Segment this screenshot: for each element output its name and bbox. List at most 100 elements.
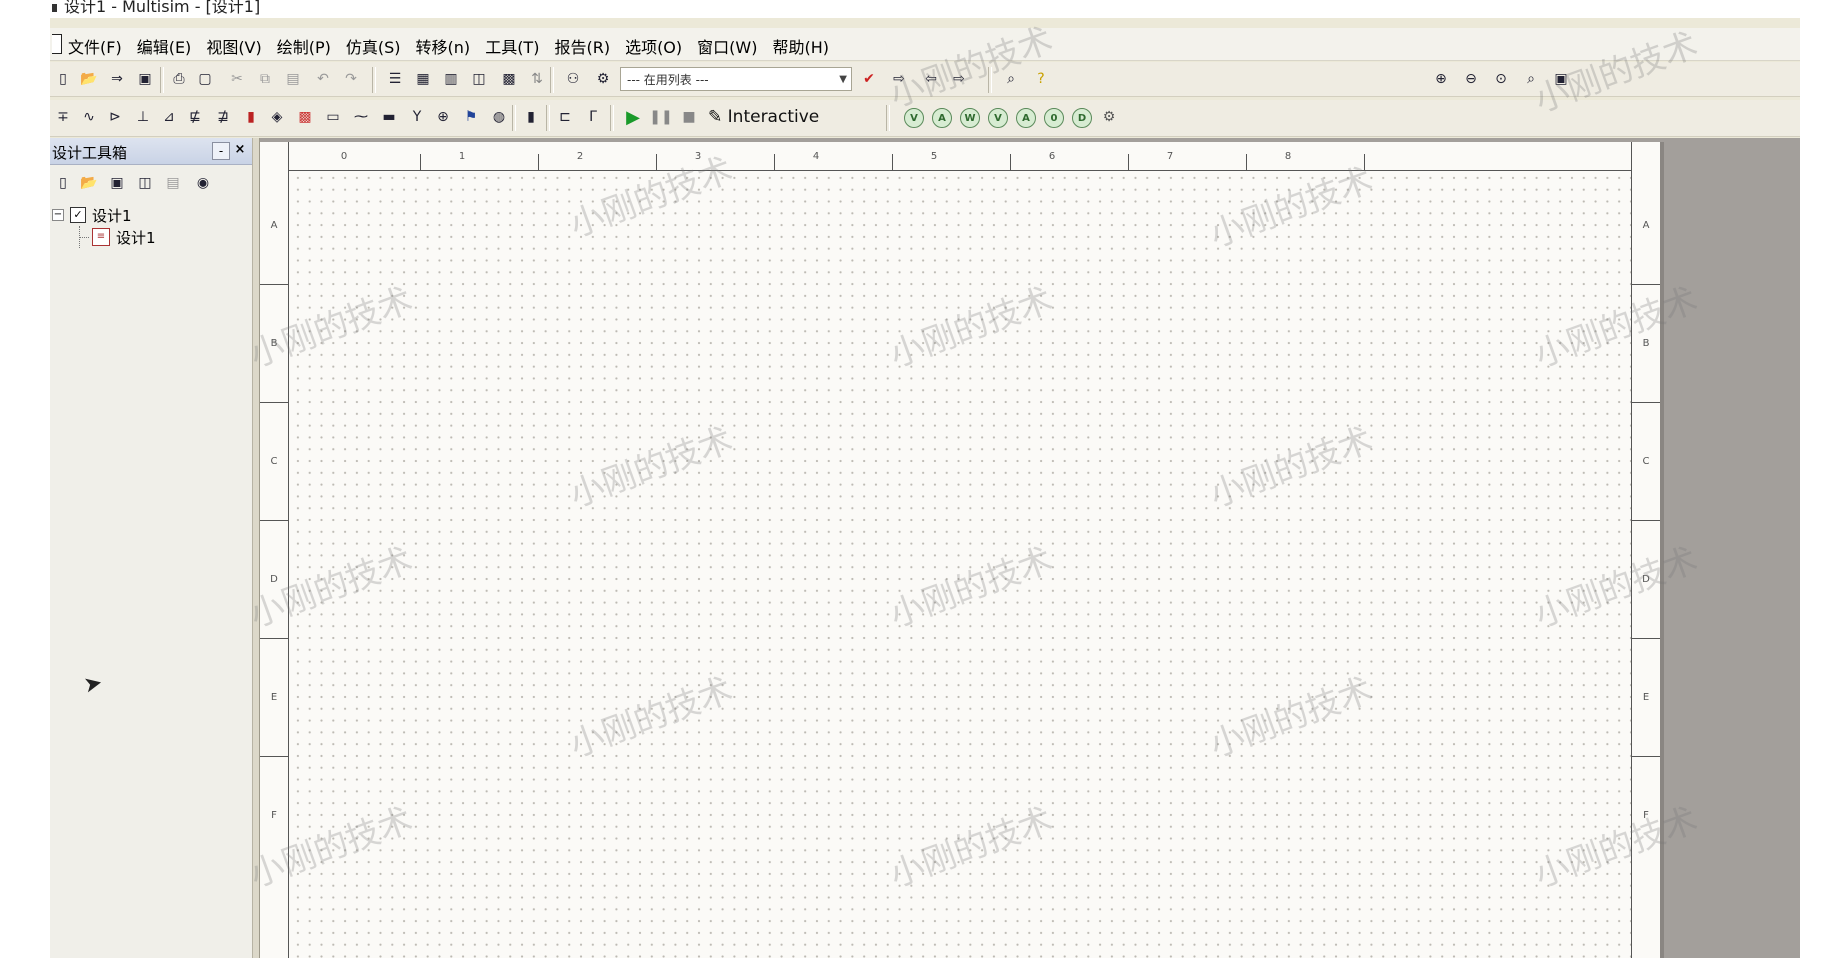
indicator-icon[interactable]: ▭ (322, 106, 344, 128)
save-icon[interactable]: ▣ (134, 68, 156, 90)
rf-icon[interactable]: Y (406, 106, 428, 128)
pin-icon[interactable]: - (212, 142, 230, 160)
run-icon[interactable]: ▶ (622, 106, 644, 128)
save-design-icon[interactable]: ▣ (106, 172, 128, 194)
mixed-icon[interactable]: ▩ (294, 106, 316, 128)
stop-icon[interactable]: ■ (678, 106, 700, 128)
ammeter-icon[interactable]: A (932, 108, 952, 128)
probe-icon[interactable]: ▮ (520, 106, 542, 128)
menu-tools[interactable]: 工具(T) (485, 34, 539, 58)
sheet-right-border: A B C D E F (1631, 142, 1660, 958)
checkbox-icon[interactable]: ✓ (70, 207, 86, 223)
reference-probe-icon[interactable]: 0 (1044, 108, 1064, 128)
zoom-out-icon[interactable]: ⊖ (1460, 68, 1482, 90)
pause-icon[interactable]: ❚❚ (649, 106, 672, 128)
toolbox-header: 设计工具箱 - × (50, 138, 252, 165)
wattmeter-icon[interactable]: W (960, 108, 980, 128)
redo-icon[interactable]: ↷ (340, 68, 362, 90)
tree-root[interactable]: − ✓ 设计1 (52, 204, 132, 226)
bus-icon[interactable]: ⊏ (554, 106, 576, 128)
cmos-icon[interactable]: ⋣ (212, 106, 234, 128)
source-icon[interactable]: ∓ (52, 106, 74, 128)
menu-simulate[interactable]: 仿真(S) (346, 34, 401, 58)
transfer-icon[interactable]: ⇨ (948, 68, 970, 90)
design-toolbox-icon[interactable]: ☰ (384, 68, 406, 90)
postprocessor-icon[interactable]: ◫ (468, 68, 490, 90)
panel-splitter[interactable] (253, 138, 260, 958)
paste-icon[interactable]: ▤ (282, 68, 304, 90)
transistor-icon[interactable]: ⊥ (132, 106, 154, 128)
connector-icon[interactable]: ⚑ (460, 106, 482, 128)
menu-options[interactable]: 选项(O) (625, 34, 682, 58)
interactive-mode-button[interactable]: ✎ Interactive (708, 107, 819, 127)
component-wizard-icon[interactable]: ⇅ (526, 68, 548, 90)
hierarchical-block-icon[interactable]: ◍ (488, 106, 510, 128)
schematic-sheet[interactable]: 0 1 2 3 4 5 6 7 8 A B C D E F A B C D E … (260, 142, 1660, 958)
voltmeter-icon[interactable]: V (904, 108, 924, 128)
database-manager-icon[interactable]: ▩ (498, 68, 520, 90)
zoom-area-icon[interactable]: ⊙ (1490, 68, 1512, 90)
menu-transfer[interactable]: 转移(n) (416, 34, 471, 58)
wire-icon[interactable]: Γ (582, 106, 604, 128)
in-use-list-value: --- 在用列表 --- (627, 73, 709, 87)
chevron-down-icon[interactable]: ▼ (839, 68, 847, 92)
open-sample-icon[interactable]: ⇒ (106, 68, 128, 90)
column-label: 1 (458, 151, 466, 162)
analog-icon[interactable]: ⊿ (158, 106, 180, 128)
misc-digital-icon[interactable]: ◈ (266, 106, 288, 128)
new-design-icon[interactable]: ▯ (52, 172, 74, 194)
cut-icon[interactable]: ✂ (226, 68, 248, 90)
open-icon[interactable]: 📂 (78, 68, 100, 90)
full-screen-icon[interactable]: ▣ (1550, 68, 1572, 90)
design-toolbox: 设计工具箱 - × ▯ 📂 ▣ ◫ ▤ ◉ − ✓ 设计1 ≡ 设计1 ➤ (50, 138, 253, 958)
undo-icon[interactable]: ↶ (312, 68, 334, 90)
find-icon[interactable]: ⌕ (1000, 68, 1022, 90)
export-icon[interactable]: ⇦ (920, 68, 942, 90)
power-icon[interactable]: ⁓ (350, 106, 372, 128)
grapher-icon[interactable]: ▥ (440, 68, 462, 90)
properties-icon[interactable]: ◉ (192, 172, 214, 194)
close-icon[interactable]: × (232, 142, 248, 158)
digital-probe-icon[interactable]: D (1072, 108, 1092, 128)
in-use-list-icon[interactable]: ⚇ (562, 68, 584, 90)
row-label: C (1642, 456, 1650, 467)
menu-file[interactable]: 文件(F) (68, 34, 122, 58)
menu-edit[interactable]: 编辑(E) (137, 34, 192, 58)
menu-reports[interactable]: 报告(R) (554, 34, 610, 58)
open-design-icon[interactable]: 📂 (78, 172, 100, 194)
spreadsheet-icon[interactable]: ▦ (412, 68, 434, 90)
toolbox-toolbar: ▯ 📂 ▣ ◫ ▤ ◉ (50, 170, 252, 198)
menu-window[interactable]: 窗口(W) (697, 34, 757, 58)
new-sheet-icon[interactable]: ◫ (134, 172, 156, 194)
settings-icon[interactable]: ⚙ (1098, 106, 1120, 128)
basic-icon[interactable]: ∿ (78, 106, 100, 128)
current-probe-icon[interactable]: A (1016, 108, 1036, 128)
zoom-in-icon[interactable]: ⊕ (1430, 68, 1452, 90)
electromechanical-icon[interactable]: ⊕ (432, 106, 454, 128)
in-use-list-dropdown[interactable]: --- 在用列表 --- ▼ (620, 67, 852, 91)
menu-place[interactable]: 绘制(P) (277, 34, 331, 58)
diode-icon[interactable]: ⊳ (104, 106, 126, 128)
delete-sheet-icon[interactable]: ▤ (162, 172, 184, 194)
ttl-icon[interactable]: ⋢ (184, 106, 206, 128)
print-icon[interactable]: ⎙ (168, 68, 190, 90)
multisim-window: 设计1 - Multisim - [设计1] 文件(F) 编辑(E) 视图(V)… (50, 0, 1800, 958)
voltage-probe-icon[interactable]: V (988, 108, 1008, 128)
misc-icon[interactable]: ▬ (378, 106, 400, 128)
menu-bar: 文件(F) 编辑(E) 视图(V) 绘制(P) 仿真(S) 转移(n) 工具(T… (50, 28, 1800, 61)
print-preview-icon[interactable]: ▢ (194, 68, 216, 90)
menu-help[interactable]: 帮助(H) (772, 34, 829, 58)
zoom-fit-icon[interactable]: ⌕ (1520, 68, 1542, 90)
menu-view[interactable]: 视图(V) (206, 34, 261, 58)
erc-icon[interactable]: ⚙ (592, 68, 614, 90)
new-icon[interactable]: ▯ (52, 68, 74, 90)
back-annotate-icon[interactable]: ✔ (858, 68, 880, 90)
tree-child-label: 设计1 (116, 228, 156, 247)
copy-icon[interactable]: ⧉ (254, 68, 276, 90)
document-icon[interactable] (52, 34, 62, 54)
tree-child[interactable]: ≡ 设计1 (92, 226, 156, 248)
collapse-icon[interactable]: − (52, 209, 64, 221)
forward-annotate-icon[interactable]: ⇨ (888, 68, 910, 90)
mcu-icon[interactable]: ▮ (240, 106, 262, 128)
help-icon[interactable]: ? (1030, 68, 1052, 90)
